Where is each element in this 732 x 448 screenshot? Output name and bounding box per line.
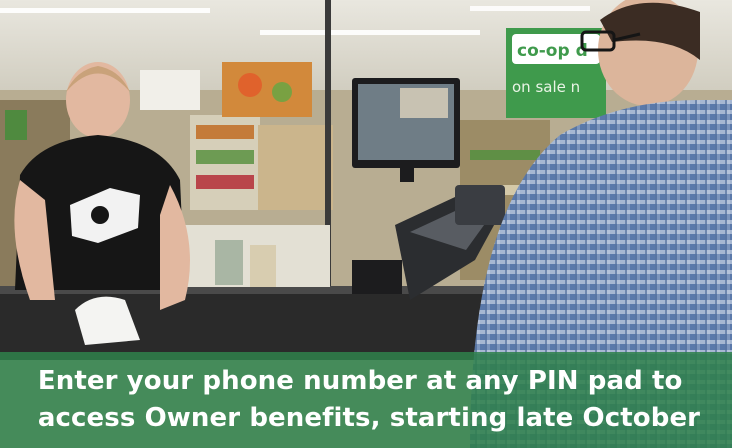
caption-line-2: access Owner benefits, starting late Oct… <box>37 403 701 433</box>
produce-poster-art <box>272 82 292 102</box>
coop-sign-name: co-op d <box>517 41 588 61</box>
checkout-counter <box>0 290 520 360</box>
caption: Enter your phone number at any PIN pad t… <box>32 363 700 437</box>
caption-band: Enter your phone number at any PIN pad t… <box>0 352 732 448</box>
product-box <box>250 245 276 287</box>
receipt-printer <box>352 260 402 294</box>
paper-sign <box>140 70 200 110</box>
caption-line-1: Enter your phone number at any PIN pad t… <box>37 366 683 396</box>
coop-sign-banner: on sale n <box>512 78 580 96</box>
shelf-products <box>470 150 540 160</box>
shelf-sign <box>5 110 27 140</box>
shelf-products <box>196 150 254 164</box>
product-box <box>215 240 243 285</box>
employee-shirt-logo-tree <box>91 206 109 224</box>
cardboard-panel <box>258 125 333 210</box>
ceiling-light <box>0 8 210 13</box>
ceiling-light <box>470 6 590 11</box>
ceiling-light <box>260 30 480 35</box>
pos-monitor-stand <box>400 168 414 182</box>
produce-poster <box>222 62 312 117</box>
shelf-products <box>196 175 254 189</box>
photo-frame: co-op d on sale n Enter your phone numbe… <box>0 0 732 448</box>
shelf-products <box>196 125 254 139</box>
pos-monitor-window <box>400 88 448 118</box>
card-reader <box>455 185 505 225</box>
produce-poster-art <box>238 73 262 97</box>
